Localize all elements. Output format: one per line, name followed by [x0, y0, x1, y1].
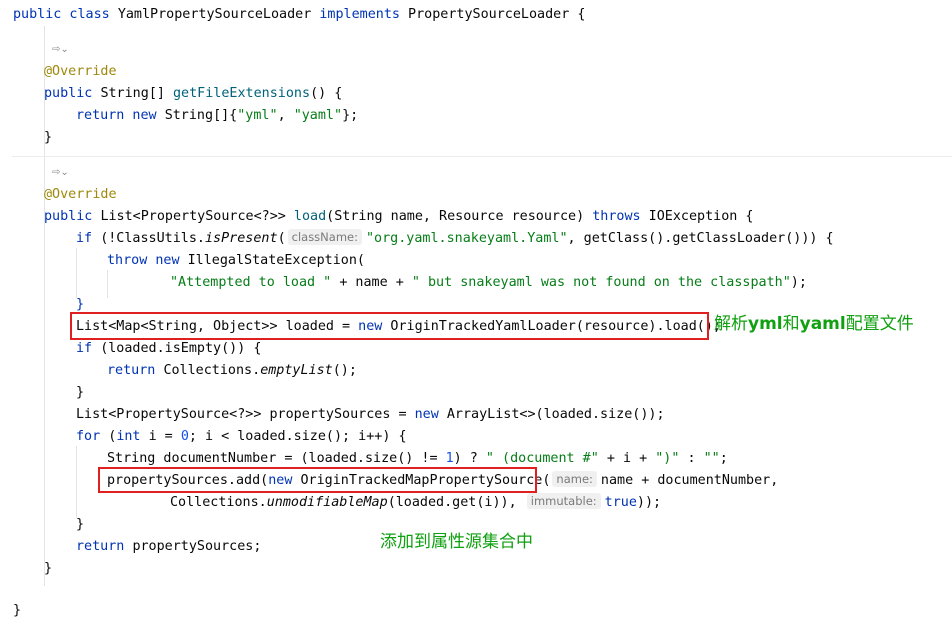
declaration: List<PropertySource<?>> propertySources …: [76, 407, 415, 422]
code-line[interactable]: @Override: [44, 61, 117, 83]
expression: + i +: [606, 451, 656, 466]
static-method: emptyList: [260, 363, 333, 378]
static-method: unmodifiableMap: [266, 495, 388, 510]
interface-name: PropertySourceLoader: [408, 7, 578, 22]
keyword: public class: [13, 7, 118, 22]
expression: i =: [148, 429, 181, 444]
method-name: getFileExtensions: [173, 86, 311, 101]
keyword: public: [44, 86, 101, 101]
string-literal: " but snakeyaml was not found on the cla…: [411, 275, 791, 290]
expression: + name +: [339, 275, 412, 290]
code-line[interactable]: public List<PropertySource<?>> load(Stri…: [44, 206, 753, 228]
params: (String name, Resource resource): [326, 209, 593, 224]
parameter-hint: immutable:: [526, 493, 601, 509]
expression: propertySources;: [132, 539, 262, 554]
keyword: int: [116, 429, 149, 444]
indent-guide: [76, 248, 77, 298]
keyword: throws: [592, 209, 649, 224]
code-line[interactable]: return new String[]{"yml", "yaml"};: [76, 105, 358, 127]
code-line[interactable]: }: [44, 558, 52, 580]
number-literal: 1: [445, 451, 454, 466]
keyword: if: [76, 231, 101, 246]
keyword: true: [604, 495, 637, 510]
code-line[interactable]: if (!ClassUtils.isPresent(className: "org…: [76, 228, 834, 250]
type: String: [164, 108, 214, 123]
keyword: implements: [319, 7, 409, 22]
string-literal: "": [703, 451, 720, 466]
exception-type: IOException {: [648, 209, 754, 224]
code-line[interactable]: }: [76, 514, 84, 536]
code-line[interactable]: "Attempted to load " + name + " but snak…: [170, 272, 807, 294]
keyword: throw new: [107, 253, 188, 268]
code-line[interactable]: Collections.unmodifiableMap(loaded.get(i…: [170, 492, 661, 514]
expression: ; i < loaded.size(); i++) {: [188, 429, 407, 444]
class-name: YamlPropertySourceLoader: [117, 7, 320, 22]
keyword: if: [76, 341, 101, 356]
keyword: new: [414, 407, 447, 422]
annotation-add-to-collection: 添加到属性源集合中: [380, 532, 533, 552]
code-line[interactable]: return Collections.emptyList();: [107, 360, 357, 382]
type: String: [100, 86, 149, 101]
method-name: load: [293, 209, 327, 224]
string-literal: "yaml": [293, 108, 343, 123]
code-line[interactable]: throw new IllegalStateException(: [107, 250, 365, 272]
string-literal: "Attempted to load ": [170, 275, 340, 290]
expression: ) ?: [453, 451, 486, 466]
declaration: String documentNumber = (loaded.size() !…: [107, 451, 446, 466]
code-line[interactable]: List<PropertySource<?>> propertySources …: [76, 404, 665, 426]
keyword: return: [107, 363, 164, 378]
brackets: []: [148, 86, 173, 101]
expression: :: [687, 451, 704, 466]
brackets: []{: [213, 108, 238, 123]
code-line[interactable]: if (loaded.isEmpty()) {: [76, 338, 261, 360]
brace: {: [577, 7, 586, 22]
code-line[interactable]: }: [44, 127, 52, 149]
keyword: return: [76, 539, 133, 554]
method-separator: [12, 156, 952, 157]
code-line[interactable]: @Override: [44, 184, 117, 206]
highlight-box-yaml-loader: [70, 312, 709, 340]
static-method: isPresent: [205, 231, 278, 246]
paren: ();: [332, 363, 357, 378]
paren: );: [790, 275, 807, 290]
code-line[interactable]: for (int i = 0; i < loaded.size(); i++) …: [76, 426, 407, 448]
implementation-gutter-icon[interactable]: ⇨⌄: [52, 167, 69, 178]
code-line[interactable]: public String[] getFileExtensions() {: [44, 83, 342, 105]
indent-guide: [107, 270, 108, 298]
class-ref: Collections.: [170, 495, 267, 510]
string-literal: "yml": [237, 108, 278, 123]
parameter-hint: name:: [552, 471, 597, 487]
brace: };: [342, 108, 359, 123]
highlight-box-add-property-source: [98, 467, 537, 493]
string-literal: "org.yaml.snakeyaml.Yaml": [365, 231, 568, 246]
return-type: List<PropertySource<?>>: [100, 209, 294, 224]
expression: (!ClassUtils.: [100, 231, 205, 246]
expression: name + documentNumber,: [600, 473, 779, 488]
params: () {: [310, 86, 343, 101]
semicolon: ;: [719, 451, 728, 466]
comma: ,: [277, 108, 294, 123]
string-literal: " (document #": [485, 451, 607, 466]
expression: (loaded.get(i)),: [387, 495, 525, 510]
code-line[interactable]: }: [76, 382, 84, 404]
keyword: for: [76, 429, 109, 444]
code-line[interactable]: return propertySources;: [76, 536, 261, 558]
string-literal: ")": [655, 451, 688, 466]
annotation-parse-yaml: 解析yml和yaml配置文件: [714, 314, 914, 334]
parameter-hint: className:: [287, 229, 362, 245]
paren: ));: [636, 495, 662, 510]
paren: (: [277, 231, 286, 246]
keyword: public: [44, 209, 101, 224]
indent-guide: [76, 446, 77, 518]
number-literal: 0: [180, 429, 189, 444]
expression: , getClass().getClassLoader())) {: [567, 231, 834, 246]
expression: ArrayList<>(loaded.size());: [446, 407, 665, 422]
code-line[interactable]: public class YamlPropertySourceLoader im…: [13, 4, 585, 26]
class-ref: Collections.: [163, 363, 261, 378]
expression: (loaded.isEmpty()) {: [100, 341, 262, 356]
keyword: return new: [76, 108, 165, 123]
indent-guide: [44, 26, 45, 586]
implementation-gutter-icon[interactable]: ⇨⌄: [52, 44, 69, 55]
exception-type: IllegalStateException(: [187, 253, 365, 268]
